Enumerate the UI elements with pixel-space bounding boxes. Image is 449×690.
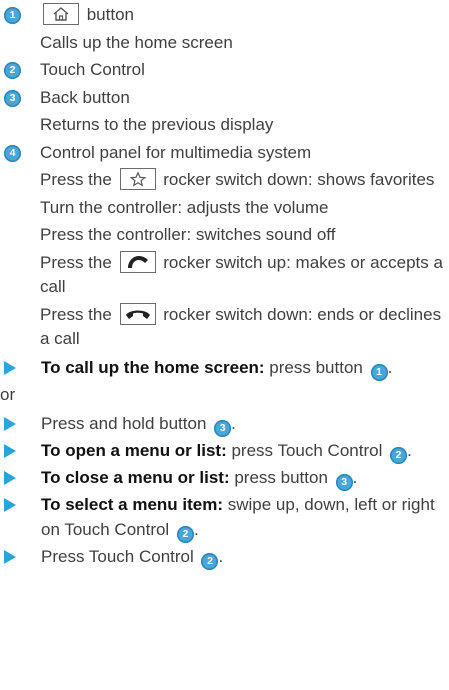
step-arrow-icon (4, 471, 16, 485)
legend-text: button (82, 5, 134, 24)
legend-item-3: 3 Back button Returns to the previous di… (0, 86, 449, 138)
step-arrow-icon (4, 549, 16, 564)
step-2: Press and hold button 3. (0, 412, 449, 437)
home-key-icon (43, 3, 79, 25)
step-5: To select a menu item: swipe up, down, l… (0, 493, 449, 543)
step-1: To call up the home screen: press button… (0, 356, 449, 381)
legend-desc: Returns to the previous display (40, 115, 274, 134)
step-text: press Touch Control (226, 441, 388, 460)
step-text: Press and hold button (41, 414, 212, 433)
step-bold: To close a menu or list: (41, 468, 230, 487)
legend-desc: Calls up the home screen (40, 32, 233, 52)
legend-item-4: 4 Control panel for multimedia system Pr… (0, 141, 449, 352)
step-bold: To select a menu item: (41, 495, 224, 514)
callout-number: 4 (4, 144, 21, 162)
desc-text: Press the (40, 304, 117, 324)
legend-item-1: 1 button Calls up the home screen (0, 3, 449, 55)
phone-accept-key-icon (119, 250, 156, 273)
callout-ref: 2 (390, 447, 408, 464)
step-text: press button (264, 357, 368, 377)
legend-desc: Press the controller: switches sound off (40, 225, 336, 244)
callout-ref: 2 (176, 525, 194, 543)
step-arrow-icon (4, 360, 16, 375)
legend-title: Control panel for multimedia system (40, 142, 312, 162)
step-3: To open a menu or list: press Touch Cont… (0, 439, 449, 464)
callout-ref: 1 (370, 363, 388, 381)
legend-title: Touch Control (40, 60, 145, 79)
manual-page: 1 button Calls up the home screen 2 Touc… (0, 3, 449, 572)
desc-text: Press the (40, 252, 117, 272)
step-6: Press Touch Control 2. (0, 545, 449, 570)
step-text: Press Touch Control (41, 546, 199, 566)
or-separator: or (0, 384, 16, 404)
callout-ref: 2 (201, 552, 219, 570)
phone-end-key-icon (119, 302, 156, 325)
callout-number: 2 (4, 62, 21, 79)
legend-desc: Press the rocker switch down: shows favo… (40, 168, 449, 193)
legend-desc: Press the rocker switch up: makes or acc… (40, 250, 449, 300)
step-bold: To open a menu or list: (41, 441, 227, 460)
legend-title: Back button (40, 87, 130, 107)
callout-number: 3 (4, 89, 21, 107)
step-4: To close a menu or list: press button 3. (0, 466, 449, 491)
step-arrow-icon (4, 417, 16, 431)
callout-number: 1 (4, 7, 21, 24)
legend-desc: Press the rocker switch down: ends or de… (40, 302, 449, 352)
legend-item-2: 2 Touch Control (0, 58, 449, 83)
desc-text: rocker switch down: shows favorites (158, 170, 435, 189)
step-arrow-icon (4, 498, 16, 512)
star-key-icon (119, 168, 156, 190)
step-bold: To call up the home screen: (41, 357, 265, 377)
step-text: press button (229, 468, 333, 487)
callout-ref: 3 (335, 474, 353, 491)
step-arrow-icon (4, 444, 16, 458)
legend-desc: Turn the controller: adjusts the volume (40, 197, 329, 217)
desc-text: Press the (40, 170, 117, 189)
callout-ref: 3 (214, 420, 232, 437)
